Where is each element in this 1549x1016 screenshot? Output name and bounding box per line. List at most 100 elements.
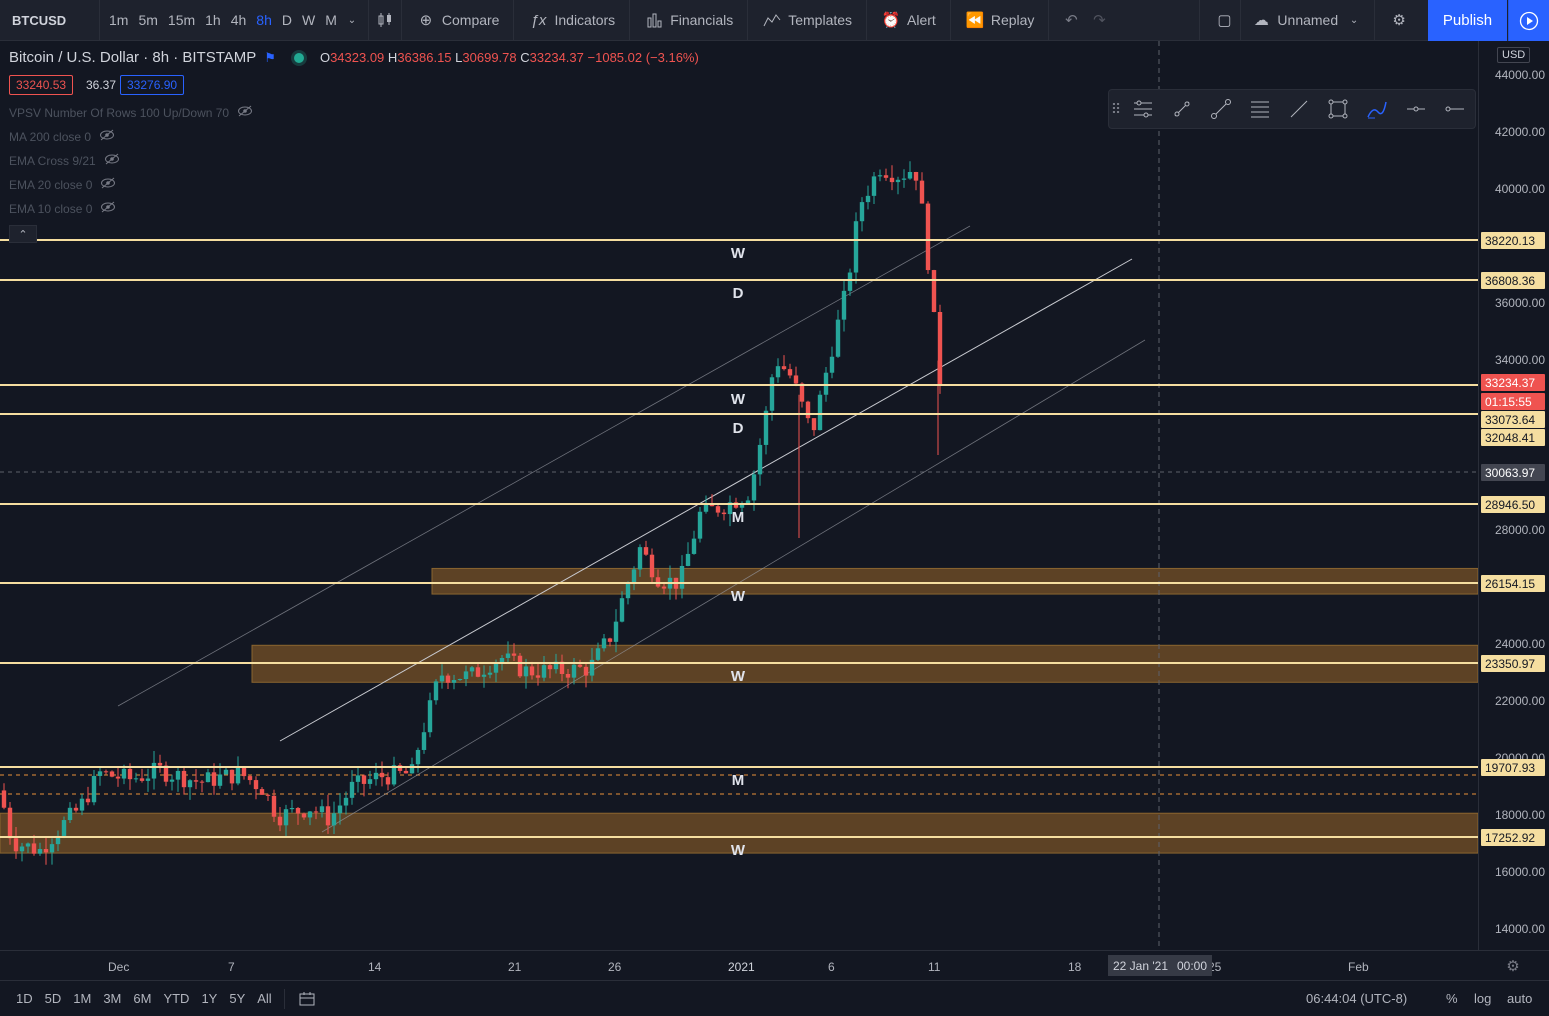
candle-body [895, 179, 901, 183]
layout-name-button[interactable]: ☁ Unnamed ⌄ [1247, 0, 1368, 41]
candle-body [463, 671, 469, 680]
candle-body [277, 816, 283, 826]
interval-4h[interactable]: 4h [226, 12, 252, 28]
indicator-item[interactable]: EMA 10 close 0 [9, 200, 116, 217]
candle-body [211, 772, 217, 786]
horizontal-line-icon[interactable] [1435, 90, 1474, 128]
candle-body [841, 290, 847, 320]
templates-lines-icon[interactable] [1123, 90, 1162, 128]
function-icon: ƒx [530, 11, 547, 29]
divider [866, 0, 868, 41]
candle-body [451, 680, 457, 683]
price-level-badge: 19707.93 [1481, 759, 1545, 776]
range-3m[interactable]: 3M [97, 991, 127, 1006]
level-annotation: M [732, 509, 745, 526]
percent-toggle[interactable]: % [1440, 991, 1464, 1006]
ask-price[interactable]: 33276.90 [120, 75, 185, 95]
redo-icon[interactable]: ↷ [1089, 10, 1109, 30]
price-tick: 36000.00 [1494, 295, 1545, 310]
interval-m[interactable]: M [320, 12, 342, 28]
brush-icon[interactable] [1162, 90, 1201, 128]
time-tick: Feb [1348, 960, 1369, 974]
range-ytd[interactable]: YTD [157, 991, 195, 1006]
replay-button[interactable]: ⏪ Replay [957, 0, 1043, 41]
eye-hidden-icon[interactable] [237, 104, 253, 121]
candle-body [787, 369, 793, 376]
indicator-item[interactable]: EMA 20 close 0 [9, 176, 116, 193]
interval-5m[interactable]: 5m [133, 12, 162, 28]
interval-1h[interactable]: 1h [200, 12, 226, 28]
interval-8h[interactable]: 8h [251, 12, 277, 28]
clock-display[interactable]: 06:44:04 (UTC-8) [1306, 991, 1407, 1006]
eye-hidden-icon[interactable] [99, 128, 115, 145]
log-toggle[interactable]: log [1468, 991, 1497, 1006]
candle-body [763, 410, 769, 445]
candle-body [865, 195, 871, 203]
symbol-title[interactable]: Bitcoin / U.S. Dollar · 8h · BITSTAMP [9, 49, 256, 66]
flag-icon[interactable]: ⚑ [264, 50, 276, 66]
time-tick: Dec [108, 960, 130, 974]
interval-1m[interactable]: 1m [104, 12, 133, 28]
drag-handle-icon[interactable]: ⠿ [1109, 90, 1123, 128]
chart-pane[interactable]: WDWDMWWMW [0, 41, 1479, 950]
candle-body [61, 820, 67, 836]
time-axis[interactable]: Dec 7 14 21 26 2021 6 11 18 25 Feb 22 Jan '21 00:0… [0, 950, 1549, 980]
collapse-legend-button[interactable]: ⌃ [9, 225, 37, 243]
range-all[interactable]: All [251, 991, 277, 1006]
eye-hidden-icon[interactable] [100, 200, 116, 217]
interval-15m[interactable]: 15m [163, 12, 200, 28]
indicator-item[interactable]: EMA Cross 9/21 [9, 152, 120, 169]
range-1y[interactable]: 1Y [195, 991, 223, 1006]
price-tick: 18000.00 [1494, 808, 1545, 823]
range-6m[interactable]: 6M [127, 991, 157, 1006]
gear-icon[interactable]: ⚙ [1503, 956, 1523, 976]
price-level-badge: 17252.92 [1481, 829, 1545, 846]
indicator-item[interactable]: VPSV Number Of Rows 100 Up/Down 70 [9, 104, 253, 121]
ray-line-icon[interactable] [1279, 90, 1318, 128]
eye-hidden-icon[interactable] [100, 176, 116, 193]
bid-price[interactable]: 33240.53 [9, 75, 74, 95]
candle-body [649, 554, 655, 578]
price-axis[interactable]: USD 44000.00 42000.00 40000.00 36000.00 3400… [1478, 41, 1549, 950]
candles-icon[interactable] [375, 10, 395, 30]
date-range-calendar-icon[interactable] [297, 989, 317, 1009]
play-icon[interactable] [1508, 0, 1549, 41]
templates-button[interactable]: Templates [754, 0, 860, 41]
interval-d[interactable]: D [277, 12, 297, 28]
candle-body [565, 673, 571, 678]
fib-levels-icon[interactable] [1240, 90, 1279, 128]
gear-icon[interactable]: ⚙ [1389, 10, 1409, 30]
layout-square-icon[interactable]: ▢ [1214, 10, 1234, 30]
close-label: C [520, 50, 530, 65]
indicators-button[interactable]: ƒx Indicators [520, 0, 623, 41]
candle-body [181, 770, 187, 788]
pen-icon[interactable] [1357, 90, 1396, 128]
candle-body [907, 171, 913, 179]
price-chart[interactable]: WDWDMWWMW [0, 41, 1479, 950]
publish-button[interactable]: Publish [1428, 0, 1507, 41]
auto-toggle[interactable]: auto [1501, 991, 1538, 1006]
interval-w[interactable]: W [297, 12, 320, 28]
candle-body [67, 807, 73, 821]
financials-button[interactable]: Financials [636, 0, 741, 41]
horizontal-ray-icon[interactable] [1396, 90, 1435, 128]
range-1m[interactable]: 1M [67, 991, 97, 1006]
range-1d[interactable]: 1D [10, 991, 39, 1006]
candle-body [157, 762, 163, 766]
rectangle-icon[interactable] [1318, 90, 1357, 128]
compare-button[interactable]: ⊕ Compare [408, 0, 508, 41]
crosshair-date: 22 Jan '21 [1113, 958, 1169, 973]
range-5d[interactable]: 5D [39, 991, 68, 1006]
range-5y[interactable]: 5Y [223, 991, 251, 1006]
currency-label[interactable]: USD [1497, 47, 1531, 63]
candle-body [193, 780, 199, 782]
level-annotation: D [733, 420, 744, 437]
alert-button[interactable]: ⏰ Alert [873, 0, 944, 41]
symbol-search[interactable]: BTCUSD [0, 0, 100, 41]
indicator-item[interactable]: MA 200 close 0 [9, 128, 115, 145]
chevron-down-icon[interactable]: ⌄ [342, 10, 362, 30]
trend-line-icon[interactable] [1201, 90, 1240, 128]
candle-body [169, 779, 175, 782]
undo-icon[interactable]: ↶ [1061, 10, 1081, 30]
eye-hidden-icon[interactable] [104, 152, 120, 169]
